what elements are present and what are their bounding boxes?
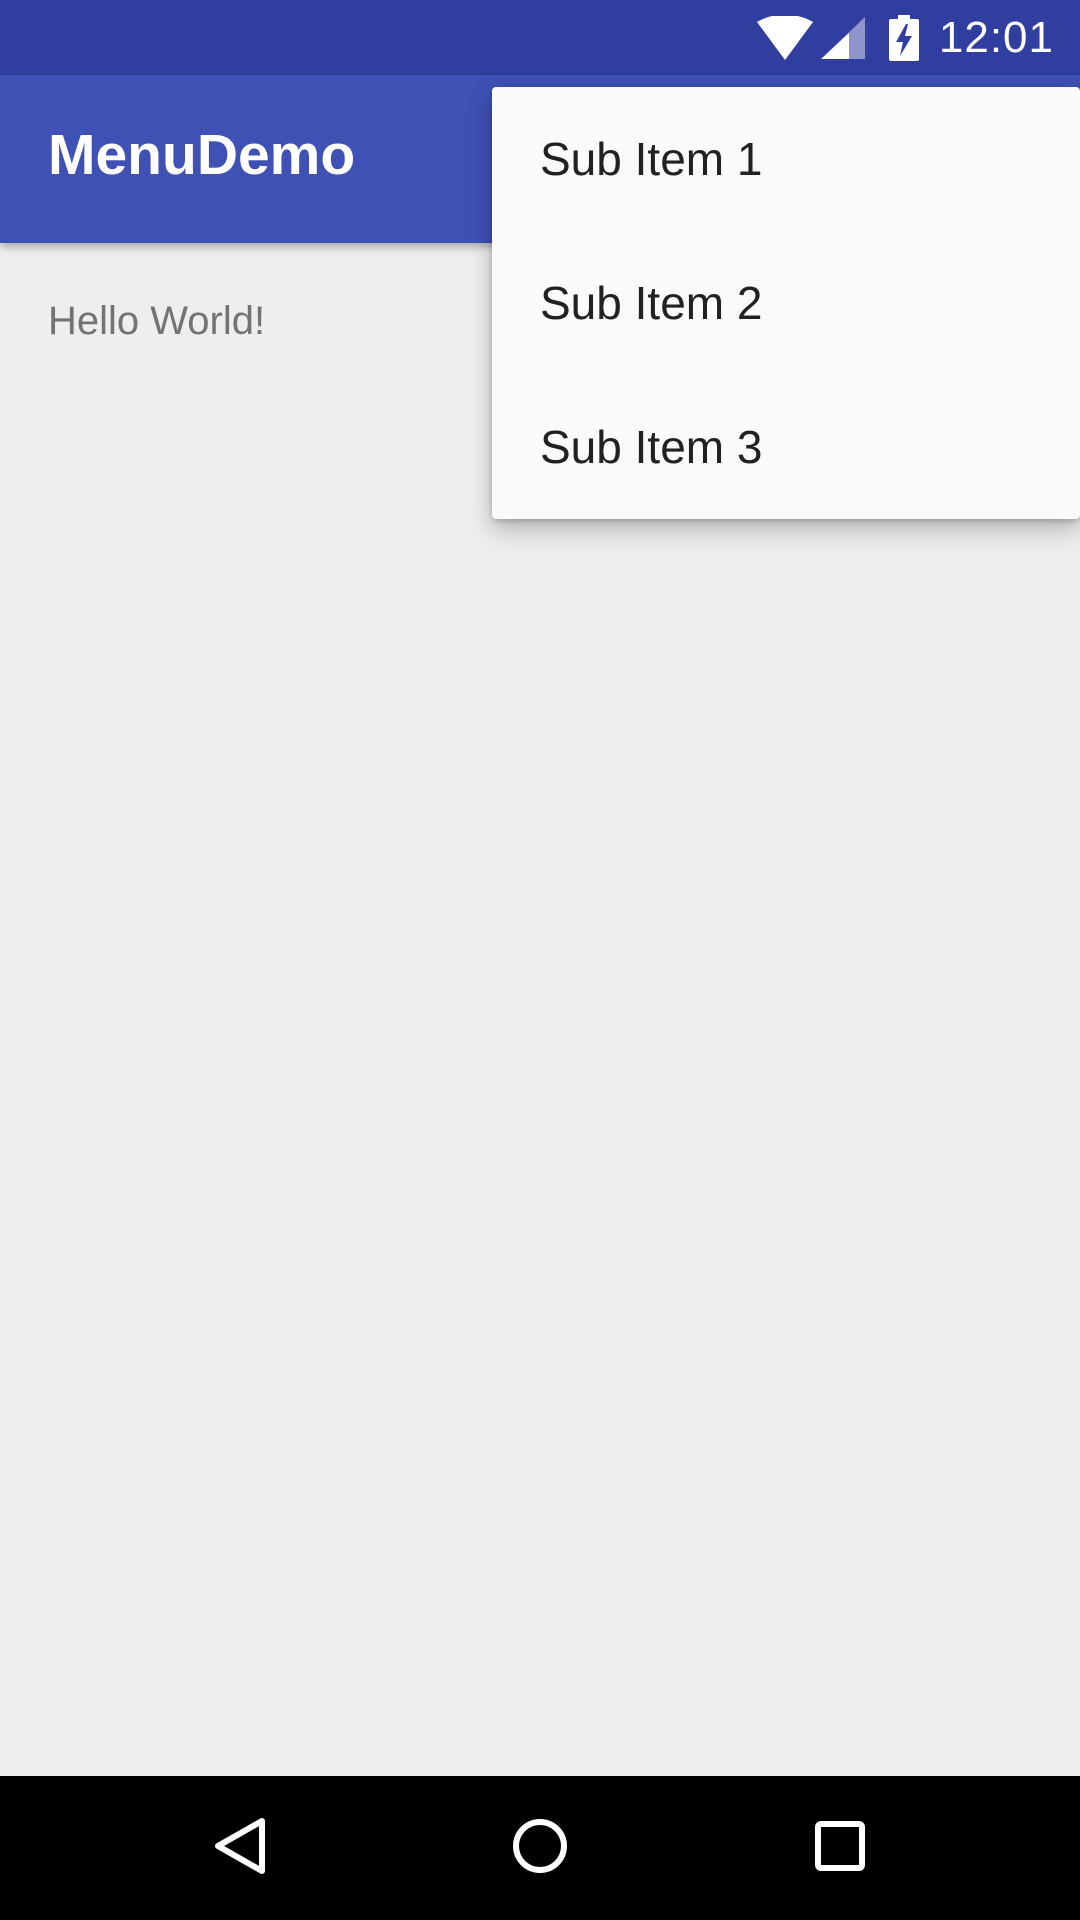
- home-icon: [510, 1816, 570, 1881]
- overflow-popup-menu: Sub Item 1 Sub Item 2 Sub Item 3: [492, 87, 1080, 519]
- menu-item-label: Sub Item 3: [540, 421, 763, 473]
- navigation-bar: [0, 1776, 1080, 1920]
- battery-charging-icon: [888, 14, 919, 61]
- status-time: 12:01: [938, 12, 1054, 62]
- menu-item-sub-item-3[interactable]: Sub Item 3: [492, 375, 1080, 519]
- signal-icon: [820, 16, 865, 59]
- back-icon: [212, 1816, 268, 1881]
- recents-button[interactable]: [760, 1776, 920, 1920]
- app-title: MenuDemo: [48, 123, 356, 187]
- home-button[interactable]: [460, 1776, 620, 1920]
- back-button[interactable]: [160, 1776, 320, 1920]
- menu-item-label: Sub Item 2: [540, 277, 763, 329]
- status-icons: 12:01: [756, 0, 1080, 75]
- menu-item-sub-item-2[interactable]: Sub Item 2: [492, 231, 1080, 375]
- recents-icon: [814, 1820, 866, 1877]
- menu-item-label: Sub Item 1: [540, 133, 763, 185]
- status-bar: 12:01: [0, 0, 1080, 75]
- wifi-icon: [756, 15, 813, 60]
- menu-item-sub-item-1[interactable]: Sub Item 1: [492, 87, 1080, 231]
- hello-world-text: Hello World!: [48, 299, 266, 343]
